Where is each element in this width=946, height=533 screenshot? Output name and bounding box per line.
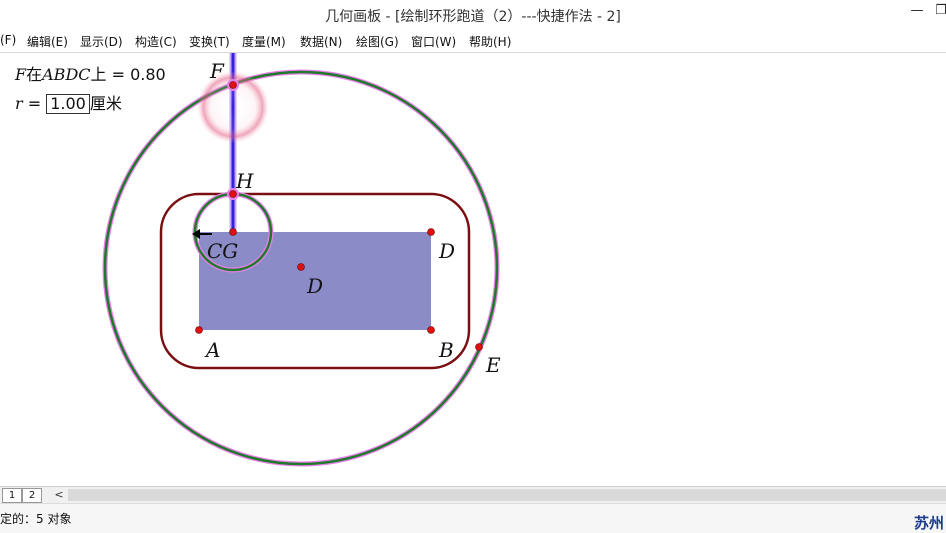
menu-help[interactable]: 帮助(H) (469, 33, 511, 50)
menu-display[interactable]: 显示(D) (80, 33, 123, 50)
label-d-corner[interactable]: D (439, 239, 455, 263)
param-r-letter: r (15, 94, 23, 113)
label-h[interactable]: H (236, 169, 253, 193)
status-selection-count: 定的：5 对象 (0, 512, 72, 526)
window-title: 几何画板 - [绘制环形跑道（2）---快捷作法 - 2] (325, 9, 621, 25)
menu-data[interactable]: 数据(N) (300, 33, 342, 50)
menu-window[interactable]: 窗口(W) (411, 33, 456, 50)
label-d-center[interactable]: D (307, 274, 323, 298)
menu-file[interactable]: (F) (0, 33, 16, 47)
label-cg[interactable]: CG (207, 239, 238, 263)
label-a[interactable]: A (206, 338, 220, 362)
tab-page-2[interactable]: 2 (22, 488, 42, 503)
tab-page-1[interactable]: 1 (2, 488, 22, 503)
horizontal-scrollbar[interactable] (68, 489, 946, 501)
menu-edit[interactable]: 编辑(E) (27, 33, 68, 50)
title-bar: 几何画板 - [绘制环形跑道（2）---快捷作法 - 2] — ❐ (0, 0, 946, 30)
menu-transform[interactable]: 变换(T) (189, 33, 230, 50)
parameter-r[interactable]: r = 1.00 厘米 (15, 90, 122, 114)
point-b[interactable] (427, 326, 435, 334)
point-a[interactable] (195, 326, 203, 334)
menu-bar: (F) 编辑(E) 显示(D) 构造(C) 变换(T) 度量(M) 数据(N) … (0, 30, 946, 53)
point-f[interactable] (229, 81, 237, 89)
menu-construct[interactable]: 构造(C) (135, 33, 177, 50)
measure-f-letter: F (15, 65, 27, 84)
label-b[interactable]: B (439, 338, 454, 362)
param-r-value[interactable]: 1.00 (46, 94, 90, 114)
geometry-drawing (102, 53, 500, 467)
measure-suffix: 上 = 0.80 (90, 65, 166, 84)
param-r-eq: = (22, 94, 47, 113)
page-tab-bar: 1 2 < (0, 486, 946, 503)
param-r-unit: 厘米 (89, 94, 122, 113)
measure-f-on-path[interactable]: F在ABDC上 = 0.80 (15, 61, 166, 85)
measure-path-name: ABDC (42, 65, 91, 84)
restore-icon[interactable]: ❐ (930, 3, 946, 21)
status-watermark: 苏州 (913, 514, 944, 532)
point-cg[interactable] (229, 228, 237, 236)
label-e[interactable]: E (486, 353, 501, 377)
point-e[interactable] (475, 343, 483, 351)
scroll-left-icon[interactable]: < (52, 487, 66, 503)
minimize-icon[interactable]: — (906, 3, 928, 21)
sketch-canvas[interactable]: F在ABDC上 = 0.80 r = 1.00 厘米 F H CG D D A B… (0, 53, 946, 486)
point-d-corner[interactable] (427, 228, 435, 236)
menu-measure[interactable]: 度量(M) (242, 33, 286, 50)
measure-on-text: 在 (26, 65, 43, 84)
label-f[interactable]: F (210, 59, 224, 83)
menu-graph[interactable]: 绘图(G) (356, 33, 399, 50)
status-bar: 定的：5 对象 苏州 (0, 503, 946, 533)
point-d-center[interactable] (297, 263, 305, 271)
